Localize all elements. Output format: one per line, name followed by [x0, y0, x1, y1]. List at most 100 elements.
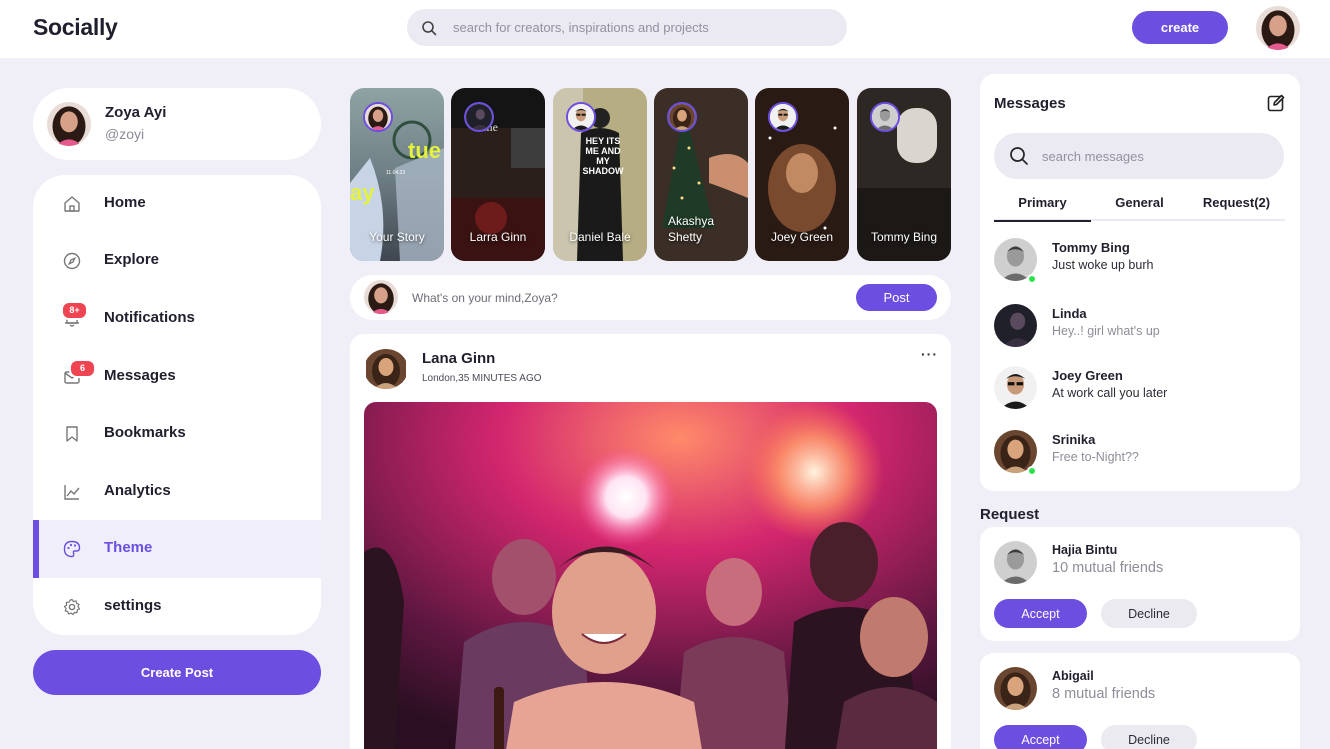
story-avatar [870, 102, 900, 132]
chat-preview: Just woke up burh [1052, 258, 1154, 272]
accept-button[interactable]: Accept [994, 599, 1087, 628]
request-name: Abigail [1052, 669, 1094, 683]
sidebar-item-label: Explore [104, 251, 160, 268]
tab-primary[interactable]: Primary [994, 195, 1091, 222]
user-avatar-image [1256, 6, 1300, 50]
sidebar-item-notifications[interactable]: 8+ Notifications [33, 290, 321, 348]
palette-icon [63, 540, 81, 558]
story-name: Larra Ginn [469, 230, 527, 244]
global-search-input[interactable] [453, 9, 833, 46]
search-icon [422, 21, 437, 36]
request-name: Hajia Bintu [1052, 543, 1118, 557]
sidebar-item-bookmarks[interactable]: Bookmarks [33, 405, 321, 463]
messages-panel: Messages Primary General Request(2) Tomm… [980, 74, 1300, 491]
story-card[interactable]: tue 11.04.23 ay Your Story [350, 88, 444, 261]
chart-icon [64, 485, 80, 500]
story-name: Your Story [369, 230, 425, 244]
chat-item[interactable]: Joey Green At work call you later [994, 366, 1284, 416]
request-mutual-friends: 8 mutual friends [1052, 686, 1156, 702]
sidebar-item-label: Messages [104, 367, 176, 384]
profile-card[interactable]: Zoya Ayi @zoyi [33, 88, 321, 160]
edit-icon[interactable] [1266, 93, 1286, 113]
composer-avatar [364, 280, 398, 314]
story-card[interactable]: Time Larra Ginn [451, 88, 545, 261]
online-indicator [1027, 466, 1037, 476]
sidebar-item-label: Theme [104, 539, 153, 556]
search-icon [1010, 147, 1028, 165]
post-composer: Post [350, 275, 951, 320]
sidebar-item-label: settings [104, 597, 162, 614]
request-avatar [994, 667, 1037, 710]
sidebar-item-label: Notifications [104, 309, 195, 326]
requests-title: Request [980, 506, 1040, 523]
create-button[interactable]: create [1132, 11, 1228, 44]
messages-search-input[interactable] [1042, 133, 1272, 179]
top-navbar: Socially create [0, 0, 1330, 58]
chat-name: Tommy Bing [1052, 240, 1130, 255]
create-post-button[interactable]: Create Post [33, 650, 321, 695]
story-card[interactable]: Akashya Shetty [654, 88, 748, 261]
chat-preview: Free to-Night?? [1052, 450, 1139, 464]
story-avatar [363, 102, 393, 132]
story-name: Daniel Bale [569, 230, 631, 244]
sidebar-item-label: Home [104, 194, 146, 211]
post-author-avatar[interactable] [364, 349, 408, 389]
story-card[interactable]: HEY ITS ME AND MY SHADOW Daniel Bale [553, 88, 647, 261]
post-author-name[interactable]: Lana Ginn [422, 350, 495, 367]
decline-button[interactable]: Decline [1101, 599, 1197, 628]
messages-tabs: Primary General Request(2) [994, 192, 1285, 222]
request-mutual-friends: 10 mutual friends [1052, 560, 1164, 576]
sidebar-item-explore[interactable]: Explore [33, 232, 321, 290]
story-avatar [464, 102, 494, 132]
chat-item[interactable]: Srinika Free to-Night?? [994, 430, 1284, 480]
story-name: Akashya Shetty [668, 214, 715, 244]
story-card[interactable]: Joey Green [755, 88, 849, 261]
post-meta: London,35 MINUTES AGO [422, 373, 542, 384]
post-image[interactable] [364, 402, 937, 749]
chat-name: Joey Green [1052, 368, 1123, 383]
decline-button[interactable]: Decline [1101, 725, 1197, 749]
gear-icon [63, 598, 81, 616]
profile-name: Zoya Ayi [105, 104, 167, 121]
chat-name: Srinika [1052, 432, 1096, 447]
story-overlay-date: 11.04.23 [386, 170, 406, 176]
tab-requests[interactable]: Request(2) [1188, 195, 1285, 210]
profile-handle: @zoyi [105, 126, 145, 142]
user-avatar[interactable] [1256, 6, 1300, 50]
sidebar-item-analytics[interactable]: Analytics [33, 463, 321, 521]
sidebar-item-messages[interactable]: 6 Messages [33, 348, 321, 406]
friend-request-card: Abigail 8 mutual friends Accept Decline [980, 653, 1300, 749]
sidebar-item-home[interactable]: Home [33, 175, 321, 233]
sidebar-item-settings[interactable]: settings [33, 578, 321, 635]
feed-post: Lana Ginn London,35 MINUTES AGO ··· [350, 334, 951, 749]
sidebar-item-theme[interactable]: Theme [33, 520, 321, 578]
app-logo[interactable]: Socially [33, 14, 118, 41]
story-avatar [566, 102, 596, 132]
global-search[interactable] [407, 9, 847, 46]
online-indicator [1027, 274, 1037, 284]
story-card[interactable]: Tommy Bing [857, 88, 951, 261]
profile-avatar [47, 102, 91, 146]
sidebar-item-label: Bookmarks [104, 424, 186, 441]
chat-item[interactable]: Linda Hey..! girl what's up [994, 304, 1284, 354]
story-overlay-text: tue [408, 138, 441, 163]
messages-badge: 6 [69, 359, 96, 378]
bookmark-icon [66, 426, 78, 442]
story-overlay-text: ay [350, 180, 375, 205]
sidebar-item-label: Analytics [104, 482, 171, 499]
chat-preview: Hey..! girl what's up [1052, 324, 1160, 338]
messages-title: Messages [994, 95, 1066, 112]
post-button[interactable]: Post [856, 284, 937, 311]
friend-request-card: Hajia Bintu 10 mutual friends Accept Dec… [980, 527, 1300, 641]
more-options-icon[interactable]: ··· [921, 346, 938, 362]
chat-avatar [994, 304, 1037, 347]
messages-search[interactable] [994, 133, 1284, 179]
sidebar-nav: Home Explore 8+ Notifications 6 Messages… [33, 175, 321, 635]
chat-item[interactable]: Tommy Bing Just woke up burh [994, 238, 1284, 288]
home-icon [64, 196, 80, 212]
story-name: Joey Green [770, 230, 834, 244]
story-avatar [768, 102, 798, 132]
accept-button[interactable]: Accept [994, 725, 1087, 749]
composer-input[interactable] [412, 275, 792, 320]
tab-general[interactable]: General [1091, 195, 1188, 210]
